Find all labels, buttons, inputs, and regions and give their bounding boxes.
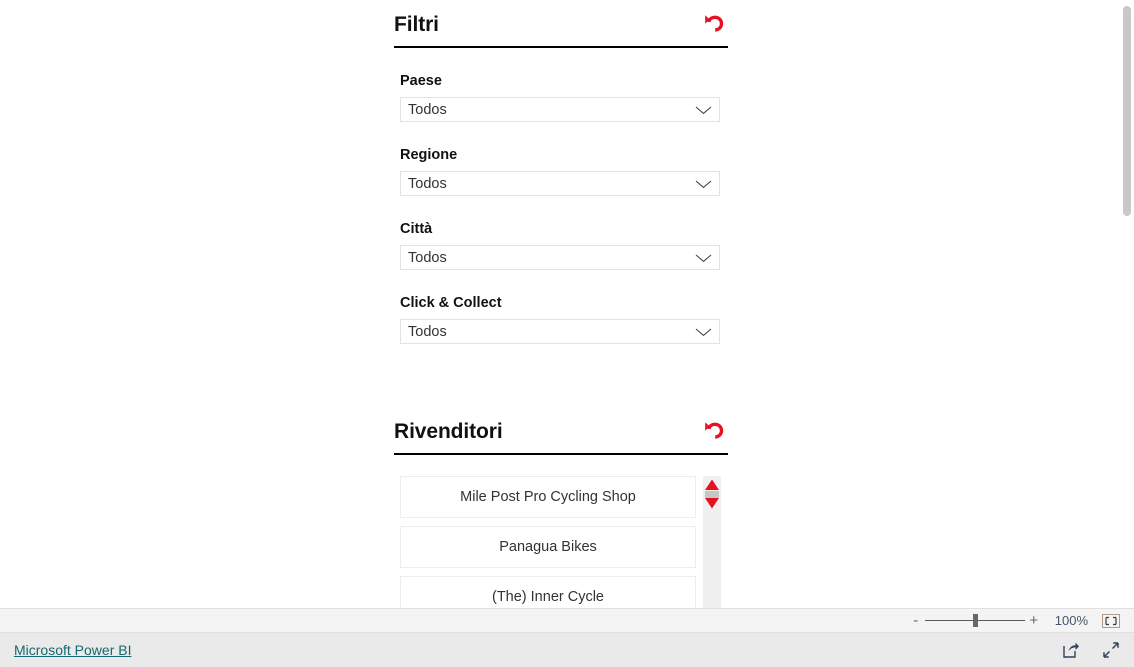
microsoft-power-bi-link[interactable]: Microsoft Power BI <box>14 642 131 658</box>
filters-panel-title: Filtri <box>394 13 439 36</box>
slicer-regione-value: Todos <box>408 175 447 192</box>
zoom-controls: - + 100% <box>907 609 1120 632</box>
chevron-down-icon[interactable] <box>695 253 712 263</box>
list-item-label: (The) Inner Cycle <box>491 589 604 605</box>
filter-field-citta: Città Todos <box>400 220 720 270</box>
filters-panel-header: Filtri <box>394 0 728 48</box>
filter-field-regione: Regione Todos <box>400 146 720 196</box>
chevron-down-icon[interactable] <box>695 105 712 115</box>
slicer-citta[interactable]: Todos <box>400 245 720 270</box>
chevron-down-icon[interactable] <box>695 327 712 337</box>
list-item[interactable]: (The) Inner Cycle <box>400 576 696 608</box>
retailers-panel-header: Rivenditori <box>394 407 728 455</box>
undo-arrow-icon[interactable] <box>700 11 728 39</box>
zoom-in-button[interactable]: + <box>1025 609 1043 632</box>
filter-label-paese: Paese <box>400 73 442 89</box>
filters-panel: Filtri <box>394 0 728 48</box>
filter-field-click-and-collect: Click & Collect Todos <box>400 294 720 344</box>
filter-field-paese: Paese Todos <box>400 72 720 122</box>
zoom-out-button[interactable]: - <box>907 609 925 632</box>
chevron-down-icon[interactable] <box>695 179 712 189</box>
page-scrollbar-thumb[interactable] <box>1123 6 1131 216</box>
filter-label-citta: Città <box>400 221 433 237</box>
slicer-click-and-collect[interactable]: Todos <box>400 319 720 344</box>
slicer-paese-value: Todos <box>408 101 447 118</box>
retailers-list: Mile Post Pro Cycling Shop Panagua Bikes… <box>400 476 696 608</box>
retailers-list-scrollbar[interactable] <box>703 476 721 608</box>
retailers-panel-divider <box>394 453 728 455</box>
slicer-paese[interactable]: Todos <box>400 97 720 122</box>
zoom-slider-thumb[interactable] <box>972 614 978 627</box>
power-bi-report-viewer: Filtri Paese Todos Regione Todos Città T… <box>0 0 1134 667</box>
list-item[interactable]: Mile Post Pro Cycling Shop <box>400 476 696 518</box>
zoom-level-label: 100% <box>1054 613 1088 628</box>
filters-panel-divider <box>394 46 728 48</box>
share-icon[interactable] <box>1062 641 1080 659</box>
retailers-panel-title: Rivenditori <box>394 420 503 443</box>
zoom-slider[interactable] <box>924 609 1025 632</box>
slicer-citta-value: Todos <box>408 249 447 266</box>
report-canvas: Filtri Paese Todos Regione Todos Città T… <box>0 0 1134 608</box>
page-vertical-scrollbar[interactable] <box>1119 0 1134 608</box>
footer-bar: Microsoft Power BI <box>0 633 1134 667</box>
retailers-panel: Rivenditori <box>394 407 728 455</box>
fullscreen-expand-icon[interactable] <box>1102 641 1120 659</box>
slicer-click-and-collect-value: Todos <box>408 323 447 340</box>
fit-to-page-icon[interactable] <box>1102 613 1120 628</box>
list-item-label: Mile Post Pro Cycling Shop <box>460 489 636 505</box>
list-item[interactable]: Panagua Bikes <box>400 526 696 568</box>
undo-arrow-icon[interactable] <box>700 418 728 446</box>
filter-label-click-and-collect: Click & Collect <box>400 295 502 311</box>
footer-actions <box>1062 641 1120 659</box>
slicer-regione[interactable]: Todos <box>400 171 720 196</box>
filter-label-regione: Regione <box>400 147 458 163</box>
status-bar: - + 100% <box>0 608 1134 633</box>
list-item-label: Panagua Bikes <box>499 539 597 555</box>
scroll-down-arrow-icon[interactable] <box>704 496 720 510</box>
scroll-up-arrow-icon[interactable] <box>704 478 720 492</box>
